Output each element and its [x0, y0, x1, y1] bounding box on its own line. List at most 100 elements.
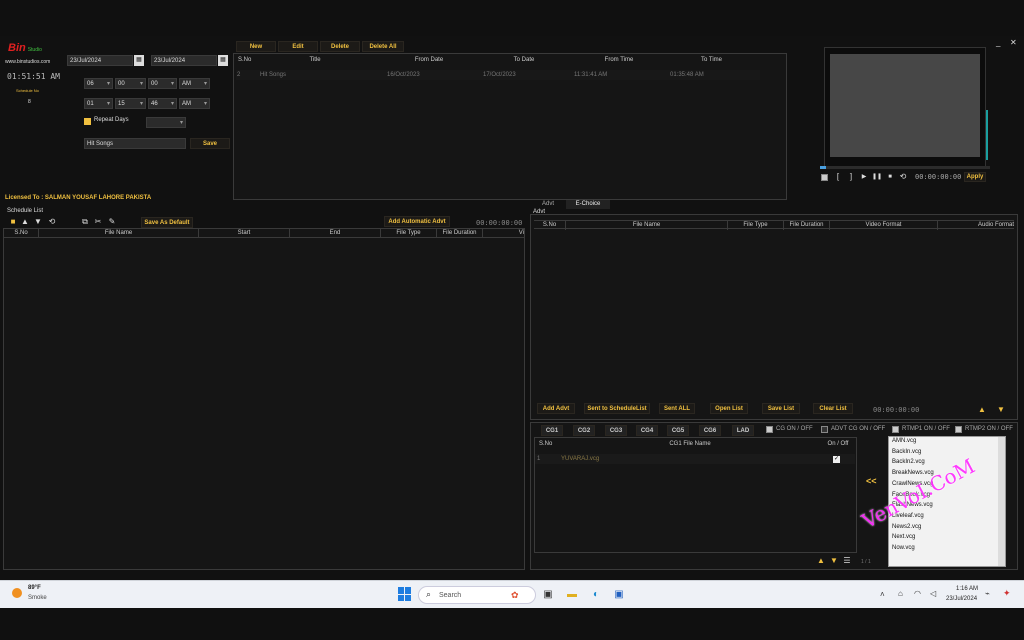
- refresh-icon[interactable]: ⟲: [47, 217, 57, 227]
- weather-status: Smoke: [28, 595, 47, 601]
- list-item[interactable]: AMN.vcg: [892, 438, 916, 444]
- advt-cg-toggle-checkbox[interactable]: [821, 426, 828, 433]
- audio-meter: [986, 110, 988, 160]
- stop-icon[interactable]: ■: [885, 172, 895, 182]
- network-icon[interactable]: ⌂: [898, 589, 903, 598]
- rtmp1-toggle-checkbox[interactable]: [892, 426, 899, 433]
- new-button[interactable]: New: [236, 41, 276, 52]
- move-down-icon[interactable]: ▼: [33, 217, 43, 227]
- tab-cg2[interactable]: CG2: [573, 425, 595, 436]
- table-row[interactable]: 1 YUVARAJ.vcg ✓: [535, 454, 855, 464]
- list-item[interactable]: BackIn.vcg: [892, 449, 921, 455]
- title-input[interactable]: Hit Songs: [84, 138, 186, 149]
- move-left-button[interactable]: <<: [866, 476, 877, 486]
- play-icon[interactable]: ▶: [859, 172, 869, 182]
- cell-to-time: 01:35:48 AM: [670, 72, 704, 78]
- col-file-type: File Type: [728, 221, 784, 230]
- file-explorer-icon[interactable]: ▬: [565, 588, 579, 602]
- colorful-app-icon[interactable]: ✦: [1003, 588, 1011, 599]
- rtmp2-toggle-checkbox[interactable]: [955, 426, 962, 433]
- tab-cg5[interactable]: CG5: [667, 425, 689, 436]
- edge-icon[interactable]: ◐: [589, 588, 603, 602]
- from-hour-select[interactable]: 06: [84, 78, 113, 89]
- apply-button[interactable]: Apply: [964, 172, 986, 182]
- edit-button[interactable]: Edit: [278, 41, 318, 52]
- add-automatic-advt-button[interactable]: Add Automatic Advt: [384, 216, 450, 227]
- wifi-icon[interactable]: ◠: [914, 589, 921, 598]
- delete-button[interactable]: Delete: [320, 41, 360, 52]
- schedule-timecode: 00:00:00:00: [476, 219, 523, 227]
- tab-echoice[interactable]: E-Choice: [566, 200, 610, 209]
- delete-all-button[interactable]: Delete All: [362, 41, 404, 52]
- vcg-scrollbar[interactable]: [998, 437, 1005, 566]
- seek-progress: [820, 166, 826, 169]
- advt-down-icon[interactable]: ▼: [996, 405, 1006, 415]
- save-as-default-button[interactable]: Save As Default: [141, 217, 193, 228]
- list-item[interactable]: Next.vcg: [892, 534, 915, 540]
- volume-icon[interactable]: ◁: [930, 589, 936, 598]
- open-list-button[interactable]: Open List: [710, 403, 748, 414]
- from-date-field[interactable]: 23/Jul/2024: [67, 55, 133, 66]
- tab-cg1[interactable]: CG1: [541, 425, 563, 436]
- edit-icon[interactable]: ✎: [107, 217, 117, 227]
- tab-advt[interactable]: Advt: [533, 200, 563, 209]
- bracket-in-icon[interactable]: [: [833, 172, 843, 182]
- repeat-days-checkbox[interactable]: [84, 118, 91, 125]
- search-placeholder: Search: [439, 592, 462, 599]
- save-button[interactable]: Save: [190, 138, 230, 149]
- cut-icon[interactable]: ✂: [93, 217, 103, 227]
- close-button[interactable]: ✕: [1010, 38, 1020, 48]
- clear-list-button[interactable]: Clear List: [813, 403, 853, 414]
- to-hour-select[interactable]: 01: [84, 98, 113, 109]
- list-item[interactable]: BackIn2.vcg: [892, 459, 925, 465]
- cg-list-header: S.No CG1 File Name On / Off: [535, 440, 856, 449]
- loop-icon[interactable]: ⟲: [898, 172, 908, 182]
- tab-lad[interactable]: LAD: [732, 425, 754, 436]
- cg-down-icon[interactable]: ▼: [829, 556, 839, 566]
- schedule-table-header: S.No Title From Date To Date From Time T…: [234, 56, 761, 65]
- task-view-icon[interactable]: ▣: [541, 588, 555, 602]
- tab-cg4[interactable]: CG4: [636, 425, 658, 436]
- to-minute-select[interactable]: 15: [115, 98, 146, 109]
- folder-icon[interactable]: ■: [8, 217, 18, 227]
- to-date-field[interactable]: 23/Jul/2024: [151, 55, 217, 66]
- cg-up-icon[interactable]: ▲: [816, 556, 826, 566]
- windows-start-icon[interactable]: [398, 587, 412, 601]
- pause-icon[interactable]: ❚❚: [872, 172, 882, 182]
- col-file-name: File Name: [566, 221, 728, 230]
- cg-on-checkbox[interactable]: ✓: [833, 456, 840, 463]
- cell-cg-name: YUVARAJ.vcg: [561, 456, 600, 462]
- to-ampm-select[interactable]: AM: [179, 98, 210, 109]
- repeat-days-select[interactable]: [146, 117, 186, 128]
- app-icon[interactable]: ▣: [612, 588, 626, 602]
- from-second-select[interactable]: 00: [148, 78, 177, 89]
- sent-to-schedulelist-button[interactable]: Sent to ScheduleList: [584, 403, 650, 414]
- tab-cg3[interactable]: CG3: [605, 425, 627, 436]
- schedule-list-header: S.No File Name Start End File Type File …: [4, 229, 524, 238]
- cg-toggle-checkbox[interactable]: [766, 426, 773, 433]
- save-list-button[interactable]: Save List: [762, 403, 800, 414]
- list-item[interactable]: News2.vcg: [892, 524, 921, 530]
- from-ampm-select[interactable]: AM: [179, 78, 210, 89]
- sent-all-button[interactable]: Sent ALL: [659, 403, 695, 414]
- from-minute-select[interactable]: 00: [115, 78, 146, 89]
- tab-cg6[interactable]: CG6: [699, 425, 721, 436]
- move-up-icon[interactable]: ▲: [20, 217, 30, 227]
- minimize-button[interactable]: _: [996, 38, 1006, 48]
- advt-up-icon[interactable]: ▲: [977, 405, 987, 415]
- list-item[interactable]: Now.vcg: [892, 545, 915, 551]
- taskbar-search[interactable]: ⌕ Search ✿: [418, 586, 536, 604]
- weather-icon[interactable]: [10, 586, 24, 600]
- calendar-icon[interactable]: ▦: [134, 55, 144, 66]
- copy-icon[interactable]: ⧉: [80, 217, 90, 227]
- add-advt-button[interactable]: Add Advt: [537, 403, 575, 414]
- preview-checkbox[interactable]: [821, 174, 828, 181]
- list-settings-icon[interactable]: ☰: [842, 556, 852, 566]
- notification-icon[interactable]: ⌁: [985, 589, 990, 598]
- seek-bar[interactable]: [820, 166, 990, 169]
- chevron-up-icon[interactable]: ˄: [880, 590, 885, 599]
- bracket-out-icon[interactable]: ]: [846, 172, 856, 182]
- table-row[interactable]: 2 Hit Songs 16/Oct/2023 17/Oct/2023 11:3…: [236, 70, 760, 80]
- calendar-icon[interactable]: ▦: [218, 55, 228, 66]
- to-second-select[interactable]: 46: [148, 98, 177, 109]
